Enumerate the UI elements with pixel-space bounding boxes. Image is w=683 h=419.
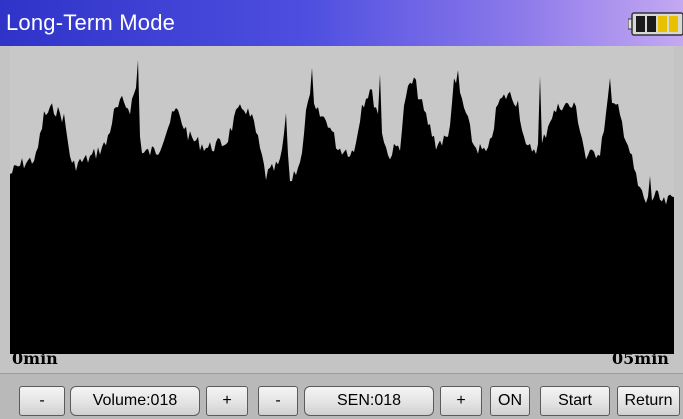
sen-decrease-button[interactable]: - — [258, 386, 298, 416]
x-axis-end-label: 05min — [612, 349, 669, 368]
title-bar: Long-Term Mode — [0, 0, 683, 46]
control-toolbar: - Volume:018 + - SEN:018 + ON Start Retu… — [0, 373, 683, 419]
x-axis-start-label: 0min — [12, 349, 58, 368]
sen-value-button[interactable]: SEN:018 — [304, 386, 434, 416]
volume-value-button[interactable]: Volume:018 — [70, 386, 200, 416]
signal-plot — [10, 46, 674, 354]
signal-waveform — [10, 60, 674, 354]
start-button[interactable]: Start — [540, 386, 610, 416]
sen-increase-button[interactable]: + — [440, 386, 482, 416]
volume-increase-button[interactable]: + — [206, 386, 248, 416]
return-button[interactable]: Return — [617, 386, 680, 416]
page-title: Long-Term Mode — [6, 10, 176, 35]
battery-icon — [627, 12, 683, 36]
on-button[interactable]: ON — [490, 386, 530, 416]
device-screen: Long-Term Mode 0min 05min - Volume:018 +… — [0, 0, 683, 419]
volume-decrease-button[interactable]: - — [19, 386, 65, 416]
